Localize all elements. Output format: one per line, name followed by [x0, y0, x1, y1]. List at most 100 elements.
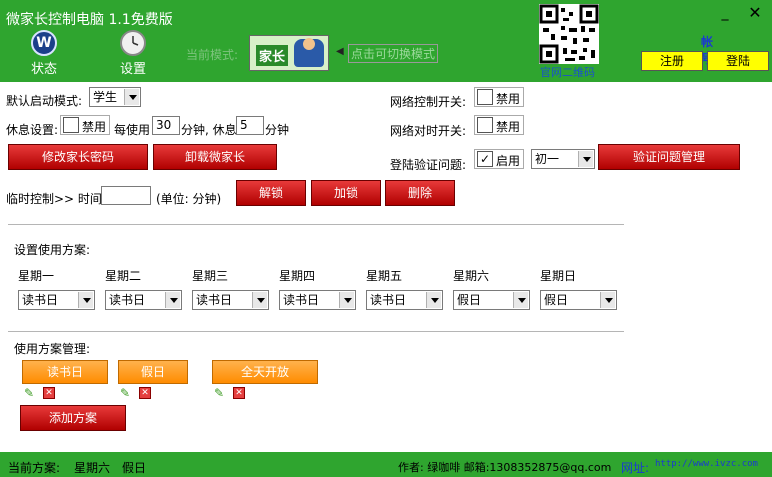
day-label: 星期三 — [192, 269, 229, 283]
switch-mode-link[interactable]: 点击可切换模式 — [348, 44, 439, 63]
day-label: 星期日 — [540, 269, 577, 283]
day-plan-value: 读书日 — [22, 293, 59, 307]
chevron-down-icon — [124, 89, 139, 105]
lock-button[interactable]: 加锁 — [311, 180, 381, 206]
plan-button-allday[interactable]: 全天开放 — [212, 360, 318, 384]
clock-icon — [120, 30, 146, 56]
divider — [8, 224, 624, 225]
delete-button[interactable]: 删除 — [385, 180, 455, 206]
current-plan: 假日 — [122, 461, 147, 475]
plan-button-school[interactable]: 读书日 — [22, 360, 108, 384]
pencil-icon[interactable]: ✎ — [24, 387, 36, 399]
rest-checkbox[interactable]: 禁用 — [60, 115, 110, 135]
network-timer-checkbox[interactable]: 禁用 — [474, 115, 524, 135]
delete-icon[interactable]: ✕ — [43, 387, 55, 399]
day-label: 星期一 — [18, 269, 55, 283]
nav-status[interactable]: W 状态 — [14, 30, 74, 80]
plans-title: 使用方案管理: — [14, 342, 91, 356]
network-switch-label: 网络控制开关: — [390, 95, 467, 109]
chevron-down-icon — [513, 292, 528, 308]
login-question-value: 初一 — [535, 152, 560, 166]
login-question-label: 登陆验证问题: — [390, 158, 467, 172]
register-button[interactable]: 注册 — [641, 51, 703, 71]
mode-toggle[interactable]: 家长 — [249, 35, 329, 71]
default-mode-label: 默认启动模式: — [6, 94, 83, 108]
chevron-down-icon — [165, 292, 180, 308]
delete-icon[interactable]: ✕ — [139, 387, 151, 399]
site-label: 网址: — [621, 461, 650, 475]
day-plan-select[interactable]: 读书日 — [192, 290, 269, 310]
checkbox-box — [477, 89, 493, 105]
mode-label: 当前模式: — [186, 48, 239, 62]
day-plan-value: 假日 — [544, 293, 569, 307]
chevron-down-icon — [578, 151, 593, 167]
rest-break-input[interactable]: 5 — [236, 116, 264, 135]
nav-status-label: 状态 — [30, 62, 57, 77]
network-switch-checkbox[interactable]: 禁用 — [474, 87, 524, 107]
arrow-left-icon: ◀ — [336, 46, 344, 57]
close-button[interactable]: ✕ — [744, 4, 766, 26]
chevron-down-icon — [252, 292, 267, 308]
nav-settings[interactable]: 设置 — [103, 30, 163, 80]
day-label: 星期六 — [453, 269, 490, 283]
current-plan-label: 当前方案: — [8, 461, 61, 475]
rest-every-input[interactable]: 30 — [152, 116, 180, 135]
day-plan-select[interactable]: 读书日 — [366, 290, 443, 310]
schedule-title: 设置使用方案: — [14, 243, 91, 257]
day-label: 星期五 — [366, 269, 403, 283]
chevron-down-icon — [339, 292, 354, 308]
default-mode-value: 学生 — [93, 90, 118, 104]
window-title: 微家长控制电脑 1.1免费版 — [6, 12, 173, 28]
minimize-button[interactable]: _ — [714, 2, 736, 24]
day-plan-value: 读书日 — [196, 293, 233, 307]
pencil-icon[interactable]: ✎ — [120, 387, 132, 399]
nav-settings-label: 设置 — [119, 62, 146, 77]
temp-control-label: 临时控制>> 时间: — [6, 192, 106, 206]
network-timer-label: 网络对时开关: — [390, 124, 467, 138]
delete-icon[interactable]: ✕ — [233, 387, 245, 399]
day-plan-value: 假日 — [457, 293, 482, 307]
divider — [8, 331, 624, 332]
change-password-button[interactable]: 修改家长密码 — [8, 144, 148, 170]
parent-avatar-icon — [294, 38, 324, 67]
qr-caption: 官网二维码 — [540, 66, 595, 79]
day-label: 星期二 — [105, 269, 142, 283]
checkbox-box — [63, 117, 79, 133]
chevron-down-icon — [600, 292, 615, 308]
login-question-enable: 启用 — [496, 154, 521, 168]
day-plan-select[interactable]: 读书日 — [105, 290, 182, 310]
login-question-checkbox[interactable]: ✓ 启用 — [474, 149, 524, 169]
status-icon: W — [31, 30, 57, 56]
question-manage-button[interactable]: 验证问题管理 — [598, 144, 740, 170]
login-question-select[interactable]: 初一 — [531, 149, 595, 169]
day-plan-value: 读书日 — [283, 293, 320, 307]
current-day: 星期六 — [74, 461, 111, 475]
day-label: 星期四 — [279, 269, 316, 283]
default-mode-select[interactable]: 学生 — [89, 87, 141, 107]
author-info: 作者: 绿咖啡 邮箱:1308352875@qq.com — [398, 461, 612, 474]
qr-code-icon — [539, 4, 599, 64]
day-plan-select[interactable]: 读书日 — [279, 290, 356, 310]
day-plan-select[interactable]: 读书日 — [18, 290, 95, 310]
rest-disable: 禁用 — [82, 120, 107, 134]
login-button[interactable]: 登陆 — [707, 51, 769, 71]
chevron-down-icon — [426, 292, 441, 308]
mode-value: 家长 — [256, 45, 289, 66]
day-plan-select[interactable]: 假日 — [453, 290, 530, 310]
day-plan-value: 读书日 — [370, 293, 407, 307]
day-plan-select[interactable]: 假日 — [540, 290, 617, 310]
temp-time-input[interactable] — [101, 186, 151, 205]
network-switch-disable: 禁用 — [496, 92, 521, 106]
plan-button-holiday[interactable]: 假日 — [118, 360, 188, 384]
chevron-down-icon — [78, 292, 93, 308]
pencil-icon[interactable]: ✎ — [214, 387, 226, 399]
checkbox-box — [477, 117, 493, 133]
unlock-button[interactable]: 解锁 — [236, 180, 306, 206]
temp-unit-label: (单位: 分钟) — [156, 192, 222, 206]
network-timer-disable: 禁用 — [496, 120, 521, 134]
rest-label: 休息设置: — [6, 123, 59, 137]
rest-minutes-label2: 分钟 — [265, 123, 290, 137]
add-plan-button[interactable]: 添加方案 — [20, 405, 126, 431]
uninstall-button[interactable]: 卸载微家长 — [153, 144, 277, 170]
site-link[interactable]: http://www.ivzc.com — [655, 459, 758, 469]
